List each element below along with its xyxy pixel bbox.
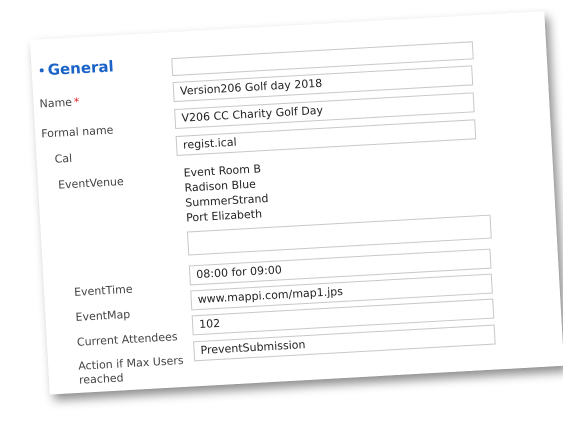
collapse-bullet-icon[interactable] — [39, 68, 44, 73]
event-venue-label: EventVenue — [57, 174, 125, 192]
screenshot-stage: General Name* Version206 Golf day 2018 F… — [0, 0, 563, 430]
required-asterisk: * — [73, 95, 80, 109]
formal-name-label: Formal name — [40, 123, 114, 141]
event-time-label: EventTime — [73, 282, 133, 299]
action-max-users-label: Action if Max Users reached — [78, 354, 185, 388]
event-map-label: EventMap — [75, 307, 131, 324]
cal-label: Cal — [54, 151, 73, 166]
form-panel-inner: General Name* Version206 Golf day 2018 F… — [30, 11, 563, 395]
name-label: Name* — [39, 95, 80, 110]
event-venue-textarea[interactable]: Event Room B Radison Blue SummerStrand P… — [183, 161, 269, 226]
section-header[interactable]: General — [39, 57, 114, 79]
current-attendees-label: Current Attendees — [76, 330, 178, 349]
section-title: General — [47, 57, 115, 80]
venue-line: Port Elizabeth — [185, 207, 263, 225]
name-label-text: Name — [39, 95, 73, 111]
form-panel: General Name* Version206 Golf day 2018 F… — [30, 11, 563, 395]
